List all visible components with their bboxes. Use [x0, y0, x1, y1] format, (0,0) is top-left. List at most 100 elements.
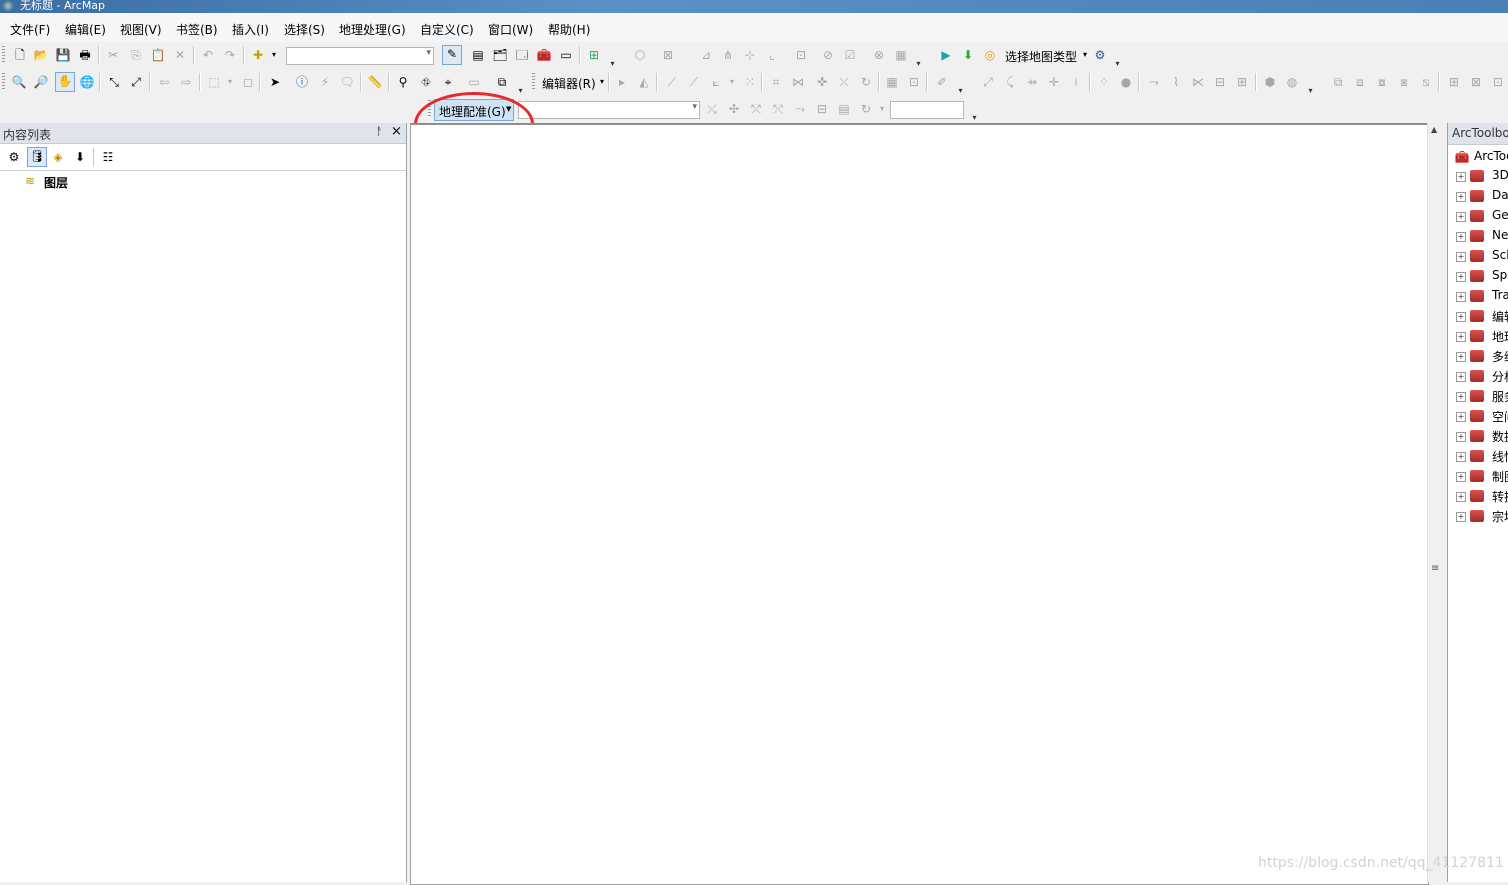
- expand-icon[interactable]: +: [1456, 432, 1466, 442]
- properties-icon[interactable]: ▦: [893, 47, 909, 63]
- measure-icon[interactable]: 📏: [367, 74, 383, 90]
- editor-menu[interactable]: 编辑器(R): [542, 75, 596, 92]
- vertical-scrollbar[interactable]: ▲ ≡: [1427, 123, 1442, 882]
- expand-icon[interactable]: +: [1456, 252, 1466, 262]
- download-icon[interactable]: ⬇: [960, 47, 976, 63]
- error-inspector-icon[interactable]: ☑: [842, 47, 858, 63]
- modify-link-icon[interactable]: ⟊: [1068, 74, 1084, 90]
- generalize-icon[interactable]: ⤳: [1146, 74, 1162, 90]
- clear-selection-icon[interactable]: ◻: [240, 74, 256, 90]
- map-topology-icon[interactable]: ⊿: [698, 47, 714, 63]
- align-icon[interactable]: ⋉: [1190, 74, 1206, 90]
- edit-vertices-tool-icon[interactable]: ⌗: [768, 74, 784, 90]
- add-data-icon[interactable]: ✚: [250, 47, 266, 63]
- table-of-contents-icon[interactable]: ▤: [470, 47, 486, 63]
- editor-toolbar-toggle-icon[interactable]: ✎: [442, 45, 462, 65]
- search-window-icon[interactable]: 🗔: [514, 47, 530, 63]
- trace-icon[interactable]: ⟀: [708, 74, 724, 90]
- add-control-points-arrow-icon[interactable]: ⤳: [792, 101, 808, 117]
- smooth-icon[interactable]: ⌇: [1168, 74, 1184, 90]
- construct-icon[interactable]: ⬡: [632, 47, 648, 63]
- edit-annotation-icon[interactable]: ◭: [636, 74, 652, 90]
- python-window-icon[interactable]: ▭: [558, 47, 574, 63]
- dependency-icon[interactable]: ⊗: [871, 47, 887, 63]
- toolbar-grip[interactable]: [532, 73, 535, 91]
- rectangle-icon[interactable]: ⊠: [1468, 74, 1484, 90]
- cut-polygons-icon[interactable]: ✜: [814, 74, 830, 90]
- toolbar-options-chevron-icon[interactable]: ▾: [1113, 58, 1122, 69]
- reshape-icon[interactable]: ⌞: [764, 47, 780, 63]
- find-binoculars-icon[interactable]: ⚲: [395, 74, 411, 90]
- expand-icon[interactable]: +: [1456, 412, 1466, 422]
- scale-icon[interactable]: ⤱: [748, 101, 764, 117]
- pin-icon[interactable]: ᚨ: [376, 125, 383, 138]
- arctoolbox-icon[interactable]: 🧰: [536, 47, 552, 63]
- chevron-down-icon[interactable]: ▾: [222, 74, 238, 90]
- expand-icon[interactable]: +: [1456, 232, 1466, 242]
- toolbar-grip[interactable]: [2, 73, 5, 91]
- shared-edges-icon[interactable]: ◍: [1284, 74, 1300, 90]
- expand-icon[interactable]: +: [1456, 512, 1466, 522]
- catalog-icon[interactable]: 🗂: [492, 47, 508, 63]
- list-by-source-icon[interactable]: 🛢: [27, 147, 47, 167]
- expand-icon[interactable]: +: [1456, 192, 1466, 202]
- multi-link-icon[interactable]: ⇸: [1024, 74, 1040, 90]
- run-icon[interactable]: ▶: [938, 47, 954, 63]
- menu-edit[interactable]: 编辑(E): [65, 21, 106, 38]
- split-icon[interactable]: ⤫: [836, 74, 852, 90]
- expand-icon[interactable]: +: [1456, 212, 1466, 222]
- straight-segment-icon[interactable]: ⟋: [664, 74, 680, 90]
- topology-icon[interactable]: ⊠: [660, 47, 676, 63]
- expand-icon[interactable]: +: [1456, 492, 1466, 502]
- rotate-icon[interactable]: ↻: [858, 74, 874, 90]
- back-arrow-icon[interactable]: ⇦: [156, 74, 172, 90]
- menu-file[interactable]: 文件(F): [10, 21, 50, 38]
- forward-arrow-icon[interactable]: ⇨: [178, 74, 194, 90]
- select-features-icon[interactable]: ⬚: [206, 74, 222, 90]
- view-link-table-icon[interactable]: ⊟: [814, 101, 830, 117]
- menu-insert[interactable]: 插入(I): [232, 21, 269, 38]
- identity-link-icon[interactable]: ✛: [1046, 74, 1062, 90]
- list-by-selection-icon[interactable]: ⬇: [72, 149, 88, 165]
- map-display-area[interactable]: [410, 123, 1429, 885]
- copy-icon[interactable]: ⎘: [128, 47, 144, 63]
- zoom-in-icon[interactable]: 🔍: [11, 74, 27, 90]
- cut-icon[interactable]: ✂: [105, 47, 121, 63]
- edit-tool-icon[interactable]: ▸: [614, 74, 630, 90]
- scroll-grip-icon[interactable]: ≡: [1431, 563, 1439, 574]
- topology-edit-icon[interactable]: ⬢: [1262, 74, 1278, 90]
- paste-icon[interactable]: 📋: [150, 47, 166, 63]
- menu-selection[interactable]: 选择(S): [284, 21, 325, 38]
- new-document-icon[interactable]: 🗋: [12, 47, 28, 63]
- sphere-icon[interactable]: ●: [1118, 74, 1134, 90]
- full-extent-globe-icon[interactable]: 🌐: [79, 74, 95, 90]
- shift-icon[interactable]: ✣: [726, 101, 742, 117]
- expand-icon[interactable]: +: [1456, 472, 1466, 482]
- expand-icon[interactable]: +: [1456, 452, 1466, 462]
- toolbar-grip[interactable]: [2, 46, 5, 64]
- find-route-icon[interactable]: ⛗: [418, 74, 434, 90]
- extend-icon[interactable]: ⊞: [1234, 74, 1250, 90]
- chevron-down-icon[interactable]: ▾: [1077, 47, 1093, 63]
- sketch-properties-icon[interactable]: ⊡: [906, 74, 922, 90]
- spatial-adjust-icon[interactable]: ⤢: [980, 74, 996, 90]
- toolbar-options-chevron-icon[interactable]: ▾: [516, 85, 525, 96]
- undo-icon[interactable]: ↶: [200, 47, 216, 63]
- close-icon[interactable]: ×: [391, 124, 402, 139]
- menu-help[interactable]: 帮助(H): [548, 21, 590, 38]
- construct-features-icon[interactable]: ⊞: [1446, 74, 1462, 90]
- delete-icon[interactable]: ✕: [172, 47, 188, 63]
- add-control-points-icon[interactable]: ⤲: [770, 101, 786, 117]
- toolbar-options-chevron-icon[interactable]: ▾: [914, 58, 923, 69]
- edit-vertices-icon[interactable]: ⋔: [720, 47, 736, 63]
- expand-icon[interactable]: +: [1456, 312, 1466, 322]
- time-slider-icon[interactable]: ▭: [466, 74, 482, 90]
- fix-icon[interactable]: ⊘: [820, 47, 836, 63]
- color-wheel-icon[interactable]: ◎: [982, 47, 998, 63]
- options-icon[interactable]: ☷: [100, 149, 116, 165]
- fixed-zoom-in-icon[interactable]: ⤡: [106, 74, 122, 90]
- validate-icon[interactable]: ⊡: [793, 47, 809, 63]
- point-icon[interactable]: ⁙: [742, 74, 758, 90]
- hyperlink-icon[interactable]: ⚡: [317, 74, 333, 90]
- copy-parallel-icon[interactable]: ⧈: [1352, 74, 1368, 90]
